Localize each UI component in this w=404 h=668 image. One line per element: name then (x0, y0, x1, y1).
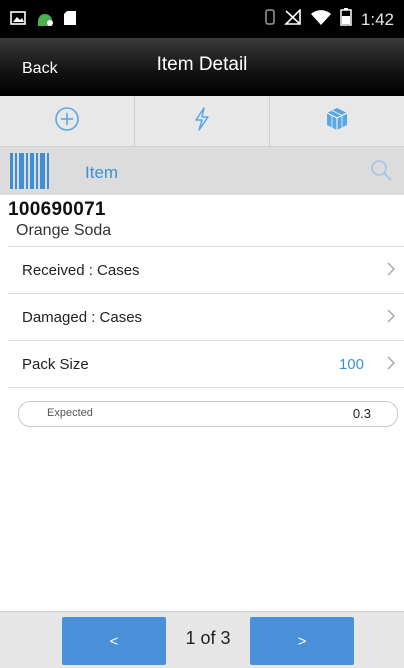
lightning-icon (193, 106, 211, 136)
add-circle-icon (54, 106, 80, 137)
pagination-footer: < 1 of 3 > (0, 611, 404, 668)
image-icon (10, 11, 26, 30)
chevron-right-icon (386, 261, 396, 282)
item-description: Orange Soda (16, 222, 112, 239)
action-toolbar (0, 96, 404, 147)
search-label: Item (85, 163, 119, 182)
item-number: 100690071 (8, 199, 106, 220)
item-info-button[interactable] (270, 96, 404, 146)
damaged-cases-row[interactable]: Damaged : Cases (8, 294, 404, 341)
page-indicator: 1 of 3 (185, 628, 231, 648)
page-title: Item Detail (156, 54, 248, 75)
status-bar: 1:42 (0, 0, 404, 38)
add-button[interactable] (0, 96, 135, 146)
row-label: Received : Cases (22, 261, 140, 279)
expected-label: Expected (47, 407, 93, 419)
vibrate-icon (265, 9, 275, 30)
cube-icon (326, 107, 348, 136)
chevron-right-icon (386, 308, 396, 329)
app-header: Back Item Detail (0, 38, 404, 96)
android-icon (35, 9, 55, 32)
row-label: Pack Size (22, 355, 89, 373)
wifi-icon (310, 9, 331, 30)
row-label: Damaged : Cases (22, 308, 143, 326)
search-icon[interactable] (370, 159, 392, 186)
expected-value: 0.3 (352, 406, 371, 421)
previous-button[interactable]: < (62, 617, 166, 665)
chevron-right-icon (386, 355, 396, 376)
quick-action-button[interactable] (135, 96, 270, 146)
expected-quantity: Expected 0.3 (18, 401, 398, 427)
status-time: 1:42 (360, 9, 394, 29)
status-left-icons (10, 9, 76, 32)
detail-list: Received : Cases Damaged : Cases Pack Si… (8, 246, 404, 388)
status-right-icons: 1:42 (265, 8, 394, 31)
sd-card-icon (64, 11, 76, 30)
no-signal-icon (283, 8, 302, 30)
pack-size-value: 100 (338, 355, 364, 373)
battery-icon (340, 8, 352, 31)
next-button[interactable]: > (250, 617, 354, 665)
received-cases-row[interactable]: Received : Cases (8, 247, 404, 294)
pack-size-row[interactable]: Pack Size 100 (8, 341, 404, 388)
item-search-bar[interactable]: Item (0, 147, 404, 195)
barcode-icon[interactable] (10, 153, 50, 194)
